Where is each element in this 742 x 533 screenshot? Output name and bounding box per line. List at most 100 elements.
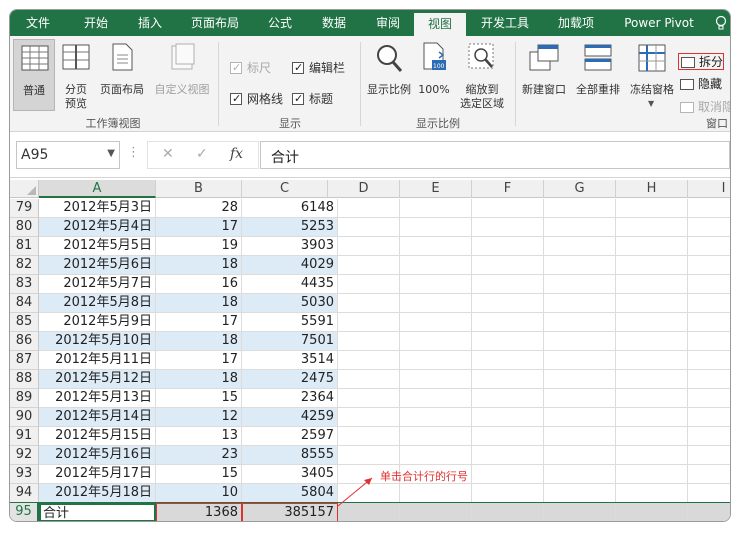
cell-empty[interactable] [472, 370, 544, 389]
cell-c95[interactable]: 385157 [242, 503, 338, 521]
cell-amount[interactable]: 2475 [242, 370, 338, 389]
cell-count[interactable]: 18 [156, 256, 242, 275]
cell-empty[interactable] [400, 199, 472, 218]
chevron-down-icon[interactable]: ▼ [107, 148, 115, 159]
cell-empty[interactable] [338, 446, 400, 465]
cell-empty[interactable] [688, 446, 730, 465]
cell-empty[interactable] [544, 237, 616, 256]
name-box[interactable]: A95 ▼ [16, 141, 120, 169]
cell-date[interactable]: 2012年5月18日 [39, 484, 156, 503]
cell-empty[interactable] [688, 484, 730, 503]
cell-empty[interactable] [616, 332, 688, 351]
cell-empty[interactable] [688, 370, 730, 389]
row-header[interactable]: 85 [10, 313, 39, 332]
cell-empty[interactable] [688, 294, 730, 313]
normal-view-button[interactable]: 普通 [13, 39, 55, 111]
cell-empty[interactable] [616, 256, 688, 275]
cell-empty[interactable] [616, 294, 688, 313]
cell-empty[interactable] [472, 237, 544, 256]
cell-empty[interactable] [338, 408, 400, 427]
tab-add-ins[interactable]: 加载项 [546, 10, 606, 36]
cell-amount[interactable]: 7501 [242, 332, 338, 351]
column-header-h[interactable]: H [616, 180, 688, 198]
ruler-checkbox[interactable]: 标尺 [230, 60, 278, 76]
unhide-button[interactable]: 取消隐藏 [678, 99, 730, 116]
cell-empty[interactable] [688, 218, 730, 237]
cell-empty[interactable] [472, 446, 544, 465]
column-header-g[interactable]: G [544, 180, 616, 198]
cell-i95[interactable] [688, 503, 730, 521]
cell-empty[interactable] [472, 408, 544, 427]
cell-empty[interactable] [472, 275, 544, 294]
cell-empty[interactable] [616, 275, 688, 294]
cell-date[interactable]: 2012年5月13日 [39, 389, 156, 408]
cell-date[interactable]: 2012年5月6日 [39, 256, 156, 275]
row-header[interactable]: 92 [10, 446, 39, 465]
cell-date[interactable]: 2012年5月15日 [39, 427, 156, 446]
cell-empty[interactable] [400, 351, 472, 370]
cell-empty[interactable] [472, 313, 544, 332]
row-header[interactable]: 94 [10, 484, 39, 503]
cell-empty[interactable] [400, 237, 472, 256]
cell-empty[interactable] [688, 237, 730, 256]
cell-empty[interactable] [400, 218, 472, 237]
row-header[interactable]: 84 [10, 294, 39, 313]
cell-date[interactable]: 2012年5月11日 [39, 351, 156, 370]
cell-count[interactable]: 18 [156, 294, 242, 313]
cell-empty[interactable] [338, 256, 400, 275]
cell-empty[interactable] [400, 313, 472, 332]
cell-empty[interactable] [338, 332, 400, 351]
cell-empty[interactable] [338, 237, 400, 256]
cell-empty[interactable] [544, 313, 616, 332]
cell-date[interactable]: 2012年5月16日 [39, 446, 156, 465]
tab-power-pivot[interactable]: Power Pivot [614, 10, 704, 36]
cell-empty[interactable] [400, 389, 472, 408]
formula-input[interactable]: 合计 [260, 141, 730, 169]
cell-count[interactable]: 17 [156, 218, 242, 237]
cell-empty[interactable] [616, 408, 688, 427]
cell-empty[interactable] [616, 370, 688, 389]
cell-empty[interactable] [544, 294, 616, 313]
cell-date[interactable]: 2012年5月17日 [39, 465, 156, 484]
cell-f95[interactable] [472, 503, 544, 521]
cell-date[interactable]: 2012年5月9日 [39, 313, 156, 332]
cell-empty[interactable] [616, 446, 688, 465]
cell-count[interactable]: 13 [156, 427, 242, 446]
cell-count[interactable]: 18 [156, 370, 242, 389]
cell-empty[interactable] [544, 465, 616, 484]
split-button[interactable]: 拆分 [678, 53, 724, 70]
row-header[interactable]: 88 [10, 370, 39, 389]
row-header[interactable]: 90 [10, 408, 39, 427]
page-layout-button[interactable]: 页面布局 [96, 39, 148, 111]
tab-formulas[interactable]: 公式 [256, 10, 304, 36]
custom-views-button[interactable]: 自定义视图 [150, 39, 214, 111]
cell-empty[interactable] [688, 408, 730, 427]
cell-amount[interactable]: 4259 [242, 408, 338, 427]
cell-empty[interactable] [472, 389, 544, 408]
cell-empty[interactable] [338, 427, 400, 446]
cell-amount[interactable]: 5804 [242, 484, 338, 503]
zoom-button[interactable]: 显示比例 [364, 39, 414, 111]
cell-empty[interactable] [616, 218, 688, 237]
cell-empty[interactable] [400, 332, 472, 351]
cell-empty[interactable] [472, 294, 544, 313]
cell-date[interactable]: 2012年5月7日 [39, 275, 156, 294]
tab-insert[interactable]: 插入 [126, 10, 174, 36]
cell-date[interactable]: 2012年5月3日 [39, 199, 156, 218]
tab-file[interactable]: 文件 [10, 10, 66, 36]
row-header-total[interactable]: 95 [10, 503, 39, 521]
cell-empty[interactable] [616, 237, 688, 256]
cell-empty[interactable] [400, 294, 472, 313]
cell-count[interactable]: 15 [156, 465, 242, 484]
cell-empty[interactable] [688, 351, 730, 370]
enter-check-icon[interactable]: ✓ [196, 146, 208, 162]
cell-amount[interactable]: 6148 [242, 199, 338, 218]
tab-developer[interactable]: 开发工具 [472, 10, 538, 36]
cell-count[interactable]: 18 [156, 332, 242, 351]
cell-amount[interactable]: 5253 [242, 218, 338, 237]
formula-bar-checkbox[interactable]: 编辑栏 [292, 60, 356, 76]
cell-count[interactable]: 19 [156, 237, 242, 256]
lightbulb-icon[interactable] [714, 15, 728, 31]
cell-date[interactable]: 2012年5月12日 [39, 370, 156, 389]
cell-empty[interactable] [616, 389, 688, 408]
